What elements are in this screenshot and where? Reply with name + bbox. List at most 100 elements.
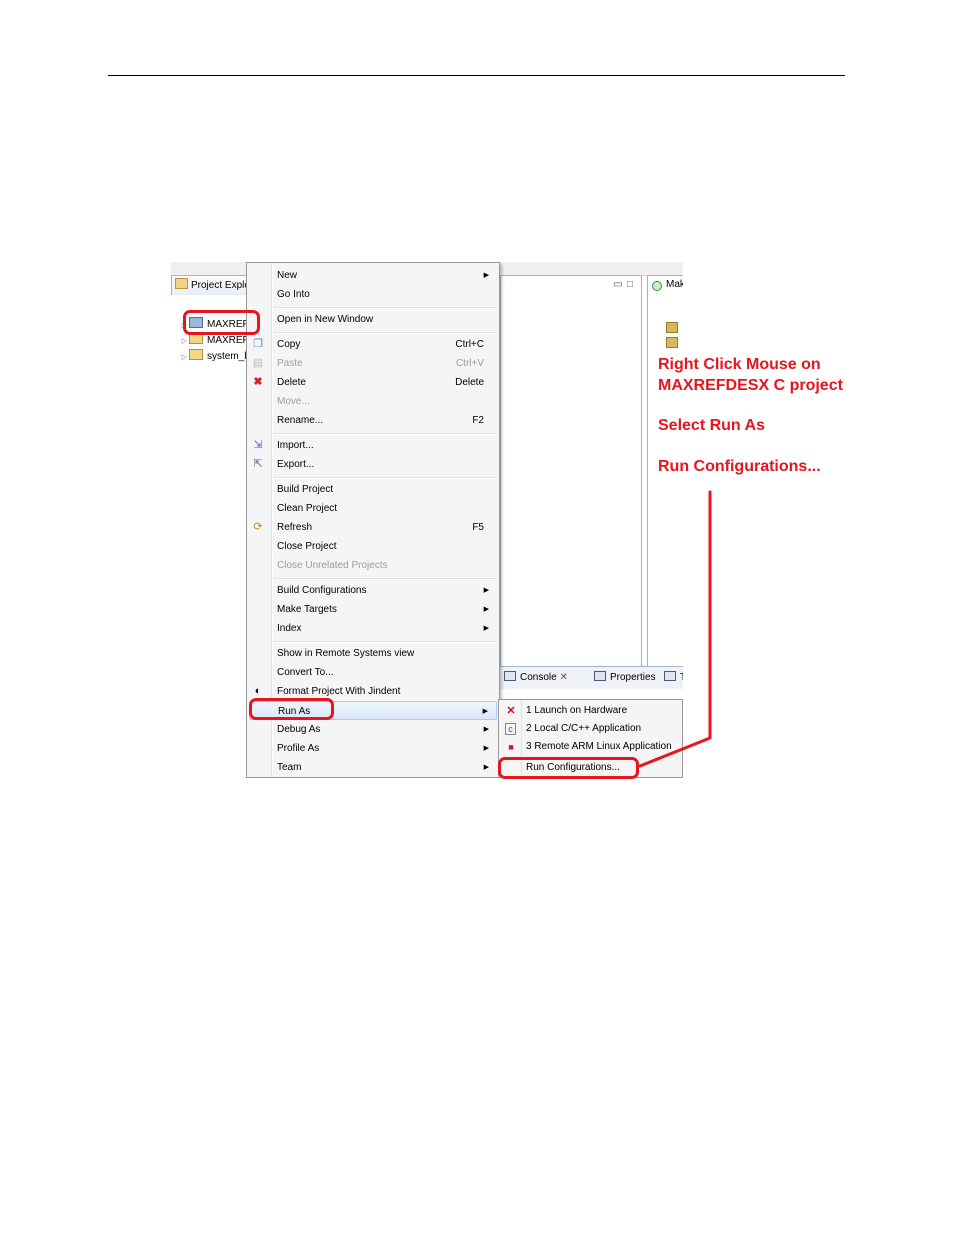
annotation-line-4: Run Configurations... <box>658 458 821 475</box>
expand-icon[interactable]: ▷ <box>180 335 189 349</box>
annotation-line-1: Right Click Mouse on <box>658 356 821 373</box>
properties-icon <box>594 671 606 681</box>
export-icon: ⇱ <box>253 458 263 470</box>
eclipse-screenshot: Project Explo ▷ MAXREF ▷ MAXREF ▷ system_l … <box>171 262 683 778</box>
shortcut-label: Delete <box>455 377 484 388</box>
annotation-arrow <box>638 490 712 768</box>
menu-item-convert-to[interactable]: Convert To... <box>249 663 497 682</box>
menu-item-label: Clean Project <box>277 503 338 514</box>
header-rule <box>108 75 845 76</box>
menu-item-build-project[interactable]: Build Project <box>249 480 497 499</box>
copy-icon: ❐ <box>253 338 263 350</box>
folder-icon <box>666 322 678 333</box>
menu-item-label: New <box>277 270 298 281</box>
menu-item-label: Copy <box>277 339 301 350</box>
close-icon[interactable]: ✕ <box>559 672 567 683</box>
menu-item-build-configurations[interactable]: Build Configurations ▶ <box>249 581 497 600</box>
menu-separator <box>274 578 496 580</box>
menu-item-label: Build Project <box>277 484 334 495</box>
menu-item-new[interactable]: New ▶ <box>249 266 497 285</box>
annotation-line-2: MAXREFDESX C project <box>658 377 843 394</box>
menu-item-label: Import... <box>277 440 314 451</box>
maximize-icon[interactable]: □ <box>627 279 633 290</box>
menu-item-label: Show in Remote Systems view <box>277 648 415 659</box>
tree-item-system[interactable]: ▷ system_l <box>171 349 246 363</box>
menu-item-move[interactable]: Move... <box>249 392 497 411</box>
menu-item-import[interactable]: ⇲ Import... <box>249 436 497 455</box>
menu-item-debug-as[interactable]: Debug As ▶ <box>249 720 497 739</box>
menu-item-rename[interactable]: Rename... F2 <box>249 411 497 430</box>
menu-item-export[interactable]: ⇱ Export... <box>249 455 497 474</box>
submenu-arrow-icon: ▶ <box>483 745 489 752</box>
menu-item-label: Index <box>277 623 302 634</box>
tree-item-maxref[interactable]: ▷ MAXREF <box>171 333 249 347</box>
menu-item-label: Delete <box>277 377 306 388</box>
menu-item-close-unrelated-projects[interactable]: Close Unrelated Projects <box>249 556 497 575</box>
submenu-arrow-icon: ▶ <box>482 708 488 715</box>
project-explorer-tab[interactable]: Project Explo <box>171 275 249 296</box>
menu-item-label: Export... <box>277 459 315 470</box>
menu-separator <box>274 641 496 643</box>
menu-item-refresh[interactable]: ⟳ Refresh F5 <box>249 518 497 537</box>
paste-icon: ▤ <box>252 357 264 369</box>
shortcut-label: Ctrl+V <box>455 358 484 369</box>
menu-separator <box>274 307 496 309</box>
project-explorer-tab-label: Project Explo <box>191 280 249 291</box>
console-icon <box>504 671 516 681</box>
submenu-arrow-icon: ▶ <box>483 272 489 279</box>
menu-item-label: Go Into <box>277 289 310 300</box>
menu-item-label: Debug As <box>277 724 321 735</box>
menu-separator <box>274 477 496 479</box>
menu-item-copy[interactable]: ❐ Copy Ctrl+C <box>249 335 497 354</box>
menu-item-index[interactable]: Index ▶ <box>249 619 497 638</box>
menu-item-team[interactable]: Team ▶ <box>249 758 497 777</box>
menu-item-show-in-remote-systems[interactable]: Show in Remote Systems view <box>249 644 497 663</box>
menu-item-close-project[interactable]: Close Project <box>249 537 497 556</box>
menu-item-label: Close Project <box>277 541 337 552</box>
menu-item-make-targets[interactable]: Make Targets ▶ <box>249 600 497 619</box>
highlight-ring-run-configurations <box>498 757 639 779</box>
menu-item-label: Open in New Window <box>277 314 374 325</box>
editor-area: ▭ □ <box>500 275 642 668</box>
highlight-ring-run-as <box>249 698 334 720</box>
menu-item-label: Refresh <box>277 522 313 533</box>
menu-item-label: Team <box>277 762 302 773</box>
menu-item-label: Close Unrelated Projects <box>277 560 388 571</box>
jindent-icon: ◐ <box>254 685 262 697</box>
menu-item-label: Rename... <box>277 415 324 426</box>
highlight-ring-project <box>183 310 260 335</box>
menu-item-go-into[interactable]: Go Into <box>249 285 497 304</box>
submenu-item-label: 2 Local C/C++ Application <box>526 723 642 734</box>
project-explorer-panel: ▷ MAXREF ▷ MAXREF ▷ system_l <box>171 295 249 778</box>
menu-item-delete[interactable]: ✖ Delete Delete <box>249 373 497 392</box>
shortcut-label: F2 <box>472 415 484 426</box>
annotation-line-3: Select Run As <box>658 417 765 434</box>
menu-item-label: Convert To... <box>277 667 334 678</box>
menu-item-label: Make Targets <box>277 604 337 615</box>
remote-icon: ■ <box>508 742 514 752</box>
minimize-icon[interactable]: ▭ <box>613 279 622 290</box>
submenu-arrow-icon: ▶ <box>483 606 489 613</box>
make-target-icon <box>652 281 662 291</box>
shortcut-label: F5 <box>472 522 484 533</box>
menu-item-label: Move... <box>277 396 310 407</box>
submenu-arrow-icon: ▶ <box>483 625 489 632</box>
submenu-arrow-icon: ▶ <box>483 587 489 594</box>
tab-console-label: Console <box>520 672 557 683</box>
make-targets-tab-label[interactable]: Mak <box>666 279 683 290</box>
submenu-item-label: 1 Launch on Hardware <box>526 705 628 716</box>
menu-item-label: Profile As <box>277 743 320 754</box>
menu-item-clean-project[interactable]: Clean Project <box>249 499 497 518</box>
menu-item-profile-as[interactable]: Profile As ▶ <box>249 739 497 758</box>
folder-icon <box>175 278 188 289</box>
menu-item-paste[interactable]: ▤ Paste Ctrl+V <box>249 354 497 373</box>
tab-console[interactable]: Console ✕ <box>504 670 568 686</box>
tree-item-label: MAXREF <box>207 335 249 346</box>
xilinx-icon: ✕ <box>506 705 516 717</box>
delete-icon: ✖ <box>253 376 263 388</box>
import-icon: ⇲ <box>253 439 263 451</box>
hardware-project-icon <box>189 349 203 360</box>
expand-icon[interactable]: ▷ <box>180 351 189 365</box>
menu-separator <box>274 433 496 435</box>
menu-item-open-in-new-window[interactable]: Open in New Window <box>249 310 497 329</box>
